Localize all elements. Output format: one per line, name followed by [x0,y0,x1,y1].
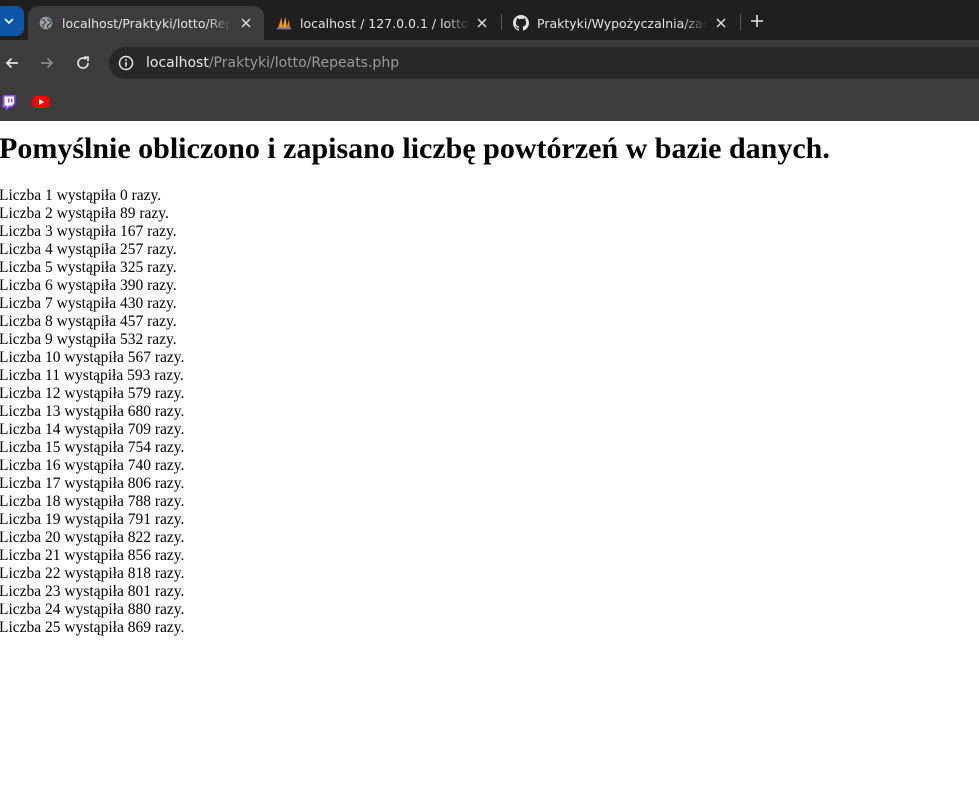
address-bar[interactable]: localhost/Praktyki/lotto/Repeats.php [109,47,979,79]
result-line: Liczba 6 wystąpiła 390 razy. [0,277,177,294]
tab-title: Praktyki/Wypożyczalnia/zad1.p [537,15,707,31]
plus-icon [751,15,763,27]
globe-icon [38,15,54,31]
reload-button[interactable] [73,53,93,73]
tab-github[interactable]: Praktyki/Wypożyczalnia/zad1.p [503,6,739,40]
result-line: Liczba 14 wystąpiła 709 razy. [0,421,185,438]
twitch-icon [2,95,16,110]
tab-phpmyadmin[interactable]: localhost / 127.0.0.1 / lotto / res [266,6,500,40]
result-line: Liczba 23 wystąpiła 801 razy. [0,583,185,600]
result-line: Liczba 2 wystąpiła 89 razy. [0,205,169,222]
result-line: Liczba 24 wystąpiła 880 razy. [0,601,185,618]
result-line: Liczba 12 wystąpiła 579 razy. [0,385,185,402]
bookmarks-bar [0,86,979,121]
back-button[interactable] [2,53,22,73]
bookmark-youtube[interactable] [31,92,51,112]
result-line: Liczba 20 wystąpiła 822 razy. [0,529,185,546]
tab-title: localhost / 127.0.0.1 / lotto / res [300,15,470,31]
github-icon [513,15,529,31]
reload-icon [77,56,89,69]
arrow-left-icon [5,57,18,69]
result-line: Liczba 17 wystąpiła 806 razy. [0,475,185,492]
forward-button[interactable] [37,53,57,73]
chevron-down-icon [4,18,14,24]
result-line: Liczba 11 wystąpiła 593 razy. [0,367,184,384]
tab-strip: localhost/Praktyki/lotto/Repeats localho… [0,0,979,40]
url-text: localhost/Praktyki/lotto/Repeats.php [146,55,399,71]
result-line: Liczba 7 wystąpiła 430 razy. [0,295,177,312]
result-line: Liczba 10 wystąpiła 567 razy. [0,349,185,366]
url-host: localhost [146,55,209,71]
result-line: Liczba 8 wystąpiła 457 razy. [0,313,177,330]
tab-repeats[interactable]: localhost/Praktyki/lotto/Repeats [28,6,264,40]
phpmyadmin-icon [276,15,292,31]
result-line: Liczba 19 wystąpiła 791 razy. [0,511,185,528]
close-icon[interactable] [238,15,254,31]
result-line: Liczba 18 wystąpiła 788 razy. [0,493,185,510]
result-line: Liczba 9 wystąpiła 532 razy. [0,331,177,348]
site-info-icon[interactable] [117,54,135,72]
url-path: /Praktyki/lotto/Repeats.php [208,55,400,71]
results-list: Liczba 1 wystąpiła 0 razy. Liczba 2 wystą… [0,187,184,637]
arrow-right-icon [41,57,54,69]
result-line: Liczba 4 wystąpiła 257 razy. [0,241,177,258]
close-icon[interactable] [474,15,490,31]
result-line: Liczba 1 wystąpiła 0 razy. [0,187,162,204]
tab-search-button[interactable] [0,6,24,36]
bookmark-twitch[interactable] [0,92,19,112]
result-line: Liczba 5 wystąpiła 325 razy. [0,259,177,276]
result-line: Liczba 25 wystąpiła 869 razy. [0,619,185,636]
tab-separator [740,14,741,30]
result-line: Liczba 21 wystąpiła 856 razy. [0,547,185,564]
result-line: Liczba 15 wystąpiła 754 razy. [0,439,185,456]
page-heading: Pomyślnie obliczono i zapisano liczbę po… [0,132,830,165]
tab-title: localhost/Praktyki/lotto/Repeats [62,15,232,31]
result-line: Liczba 13 wystąpiła 680 razy. [0,403,185,420]
result-line: Liczba 3 wystąpiła 167 razy. [0,223,177,240]
result-line: Liczba 16 wystąpiła 740 razy. [0,457,185,474]
result-line: Liczba 22 wystąpiła 818 razy. [0,565,185,582]
close-icon[interactable] [713,15,729,31]
tab-separator [501,14,502,30]
page-content: Pomyślnie obliczono i zapisano liczbę po… [0,121,979,790]
youtube-icon [32,96,50,108]
new-tab-button[interactable] [747,11,767,31]
